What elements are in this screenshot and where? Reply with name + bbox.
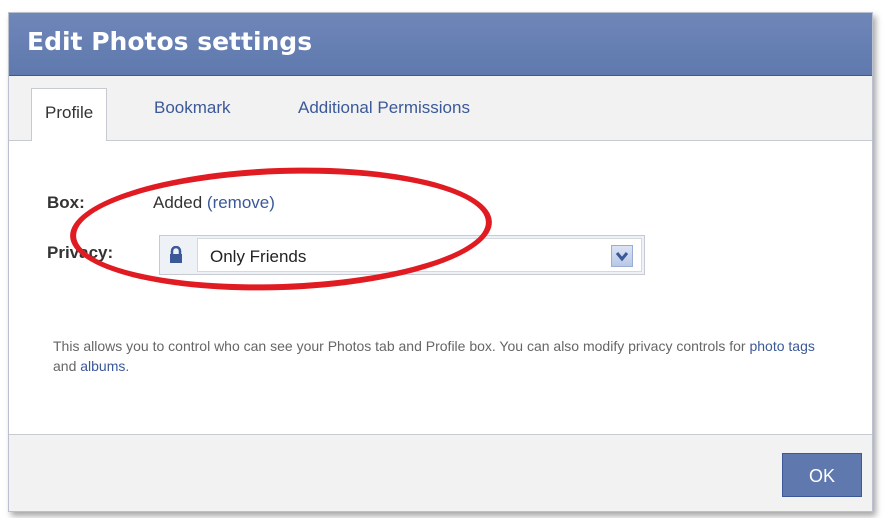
albums-link[interactable]: albums [80,358,125,374]
dialog-titlebar: Edit Photos settings [9,13,872,76]
photo-tags-link[interactable]: photo tags [749,338,814,354]
tab-bar: Profile Bookmark Additional Permissions [9,76,872,141]
box-label: Box: [47,193,85,212]
chevron-down-glyph [615,252,629,262]
tab-additional-permissions[interactable]: Additional Permissions [298,98,470,118]
chevron-down-icon[interactable] [611,245,633,267]
help-text-main: This allows you to control who can see y… [53,338,750,354]
help-text-end: . [125,358,130,374]
tab-profile[interactable]: Profile [31,88,108,141]
help-text-and: and [53,358,81,374]
privacy-help-text: This allows you to control who can see y… [53,336,833,376]
dialog-footer: OK [9,434,872,511]
dialog-title: Edit Photos settings [27,27,313,56]
ok-button[interactable]: OK [782,453,862,497]
tab-bookmark[interactable]: Bookmark [154,98,231,118]
